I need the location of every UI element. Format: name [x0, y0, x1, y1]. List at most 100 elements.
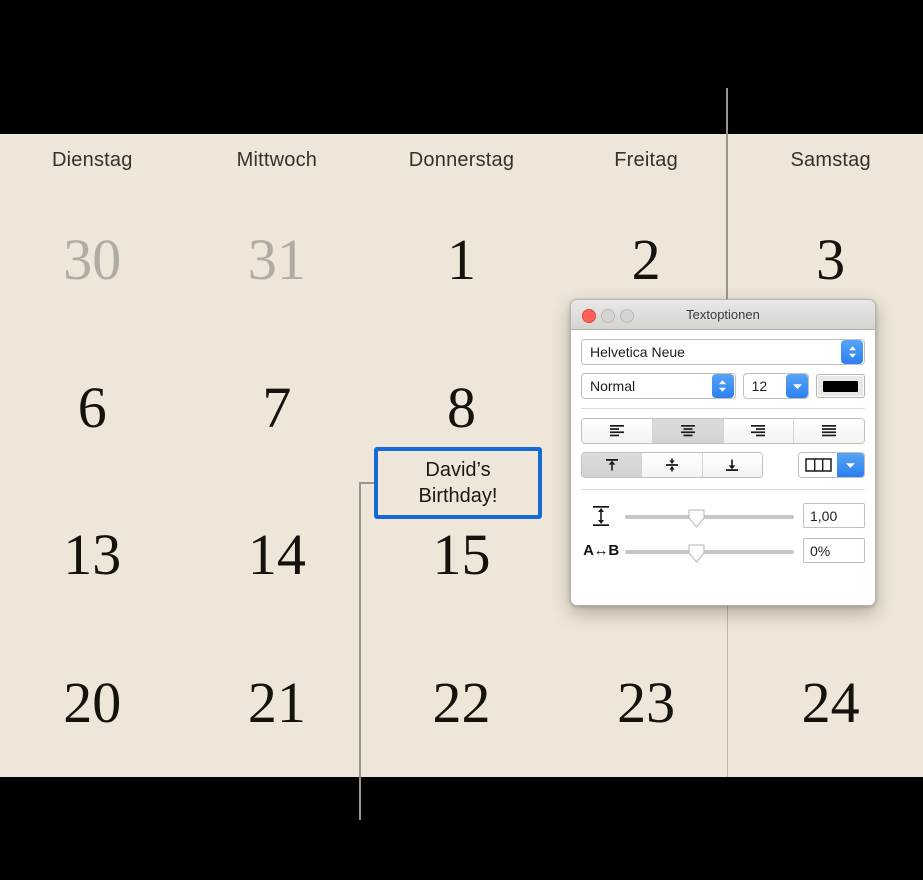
align-top-button[interactable]: [582, 453, 643, 477]
day-name-label: Donnerstag: [408, 148, 515, 171]
date-number: 31: [247, 226, 306, 292]
align-middle-icon: [665, 458, 678, 472]
columns-control[interactable]: [798, 452, 865, 478]
align-right-button[interactable]: [723, 419, 795, 443]
annotation-leader-line-callout-vertical: [359, 482, 361, 820]
day-column-freitag: Freitag: [554, 134, 739, 186]
date-number: 23: [617, 670, 676, 736]
date-number: 7: [262, 374, 292, 440]
chevron-down-icon: [844, 461, 857, 470]
character-spacing-slider[interactable]: [625, 542, 794, 563]
date-number: 21: [247, 670, 306, 736]
date-cell[interactable]: 30: [0, 186, 185, 334]
align-right-icon: [751, 425, 766, 437]
date-number: 20: [63, 670, 122, 736]
font-family-combobox[interactable]: Helvetica Neue: [581, 339, 865, 365]
date-cell[interactable]: 6: [0, 334, 185, 482]
bottom-letterbox-band: [0, 777, 923, 880]
date-cell[interactable]: 23: [554, 629, 739, 777]
birthday-text-line2: Birthday!: [418, 485, 498, 507]
window-titlebar[interactable]: Textoptionen: [571, 300, 875, 330]
vertical-alignment-row: [581, 452, 865, 478]
columns-dropdown-button[interactable]: [837, 453, 864, 477]
columns-icon: [804, 458, 832, 472]
date-cell[interactable]: 13: [0, 482, 185, 630]
day-name-label: Mittwoch: [236, 148, 318, 171]
font-family-value: Helvetica Neue: [590, 344, 685, 360]
day-column-mittwoch: Mittwoch: [185, 134, 370, 186]
day-name-label: Samstag: [790, 148, 871, 171]
date-cell[interactable]: 14: [185, 482, 370, 630]
font-family-stepper[interactable]: [841, 340, 863, 364]
date-cell[interactable]: 1: [369, 186, 554, 334]
font-size-dropdown-button[interactable]: [786, 374, 808, 398]
align-center-button[interactable]: [652, 419, 724, 443]
align-left-button[interactable]: [582, 419, 653, 443]
date-cell[interactable]: 7: [185, 334, 370, 482]
minimize-window-button[interactable]: [601, 309, 615, 323]
line-spacing-row: 1,00: [581, 503, 865, 528]
character-spacing-icon-wrap: A↔B: [581, 542, 621, 559]
font-size-value: 12: [751, 378, 768, 394]
columns-icon-wrap: [799, 453, 837, 477]
line-spacing-value-field[interactable]: 1,00: [803, 503, 865, 528]
date-cell[interactable]: 24: [738, 629, 923, 777]
day-column-donnerstag: Donnerstag: [369, 134, 554, 186]
line-spacing-icon-wrap: [581, 504, 621, 528]
panel-divider-2: [581, 489, 865, 490]
character-spacing-row: A↔B 0%: [581, 538, 865, 563]
align-left-icon: [609, 425, 624, 437]
date-number: 22: [432, 670, 491, 736]
font-style-stepper[interactable]: [711, 374, 734, 398]
date-number: 8: [446, 374, 476, 440]
date-number: 6: [77, 374, 107, 440]
text-color-fill: [823, 380, 858, 392]
vertical-alignment-segmented-control[interactable]: [581, 452, 763, 478]
calendar-week-row: 20 21 22 23 24: [0, 629, 923, 777]
date-number: 30: [63, 226, 122, 292]
close-window-button[interactable]: [582, 309, 596, 323]
chevron-down-icon: [791, 382, 804, 391]
line-spacing-icon: [593, 505, 609, 526]
slider-track: [625, 549, 794, 554]
date-number: 24: [801, 670, 860, 736]
top-letterbox-band: [0, 0, 923, 134]
panel-divider: [581, 408, 865, 409]
font-style-size-color-row: Normal 12: [581, 373, 865, 399]
line-spacing-slider[interactable]: [625, 507, 794, 528]
day-name-label: Dienstag: [52, 148, 133, 171]
day-column-samstag: Samstag: [738, 134, 923, 186]
font-size-combobox[interactable]: 12: [742, 373, 809, 399]
text-options-window: Textoptionen Helvetica Neue Normal 12 1,…: [570, 299, 876, 606]
character-spacing-label: A↔B: [583, 542, 619, 559]
align-justify-button[interactable]: [794, 419, 864, 443]
zoom-window-button[interactable]: [620, 309, 634, 323]
align-top-icon: [605, 459, 618, 471]
align-center-icon: [680, 425, 695, 437]
slider-knob[interactable]: [688, 544, 705, 563]
birthday-text-box[interactable]: David’s Birthday!: [374, 447, 542, 519]
date-number: 14: [247, 522, 306, 588]
font-style-combobox[interactable]: Normal: [581, 373, 736, 399]
align-bottom-button[interactable]: [702, 453, 762, 477]
horizontal-alignment-segmented-control[interactable]: [581, 418, 865, 444]
window-title: Textoptionen: [686, 307, 760, 322]
slider-track: [625, 514, 794, 519]
date-cell[interactable]: 31: [185, 186, 370, 334]
text-color-swatch[interactable]: [816, 374, 865, 398]
font-style-value: Normal: [590, 378, 636, 394]
slider-knob[interactable]: [688, 509, 705, 528]
date-cell[interactable]: 22: [369, 629, 554, 777]
character-spacing-value-field[interactable]: 0%: [803, 538, 865, 563]
date-number: 13: [63, 522, 122, 588]
date-number: 15: [432, 522, 491, 588]
text-options-panel: Helvetica Neue Normal 12 1,00 A↔B 0%: [571, 330, 875, 605]
chevron-up-icon: [847, 345, 858, 352]
align-bottom-icon: [726, 459, 739, 471]
align-middle-button[interactable]: [642, 453, 703, 477]
date-cell[interactable]: 20: [0, 629, 185, 777]
date-cell[interactable]: 21: [185, 629, 370, 777]
calendar-day-name-row: Dienstag Mittwoch Donnerstag Freitag Sam…: [0, 134, 923, 186]
day-name-label: Freitag: [614, 148, 678, 171]
date-number: 2: [631, 226, 661, 292]
